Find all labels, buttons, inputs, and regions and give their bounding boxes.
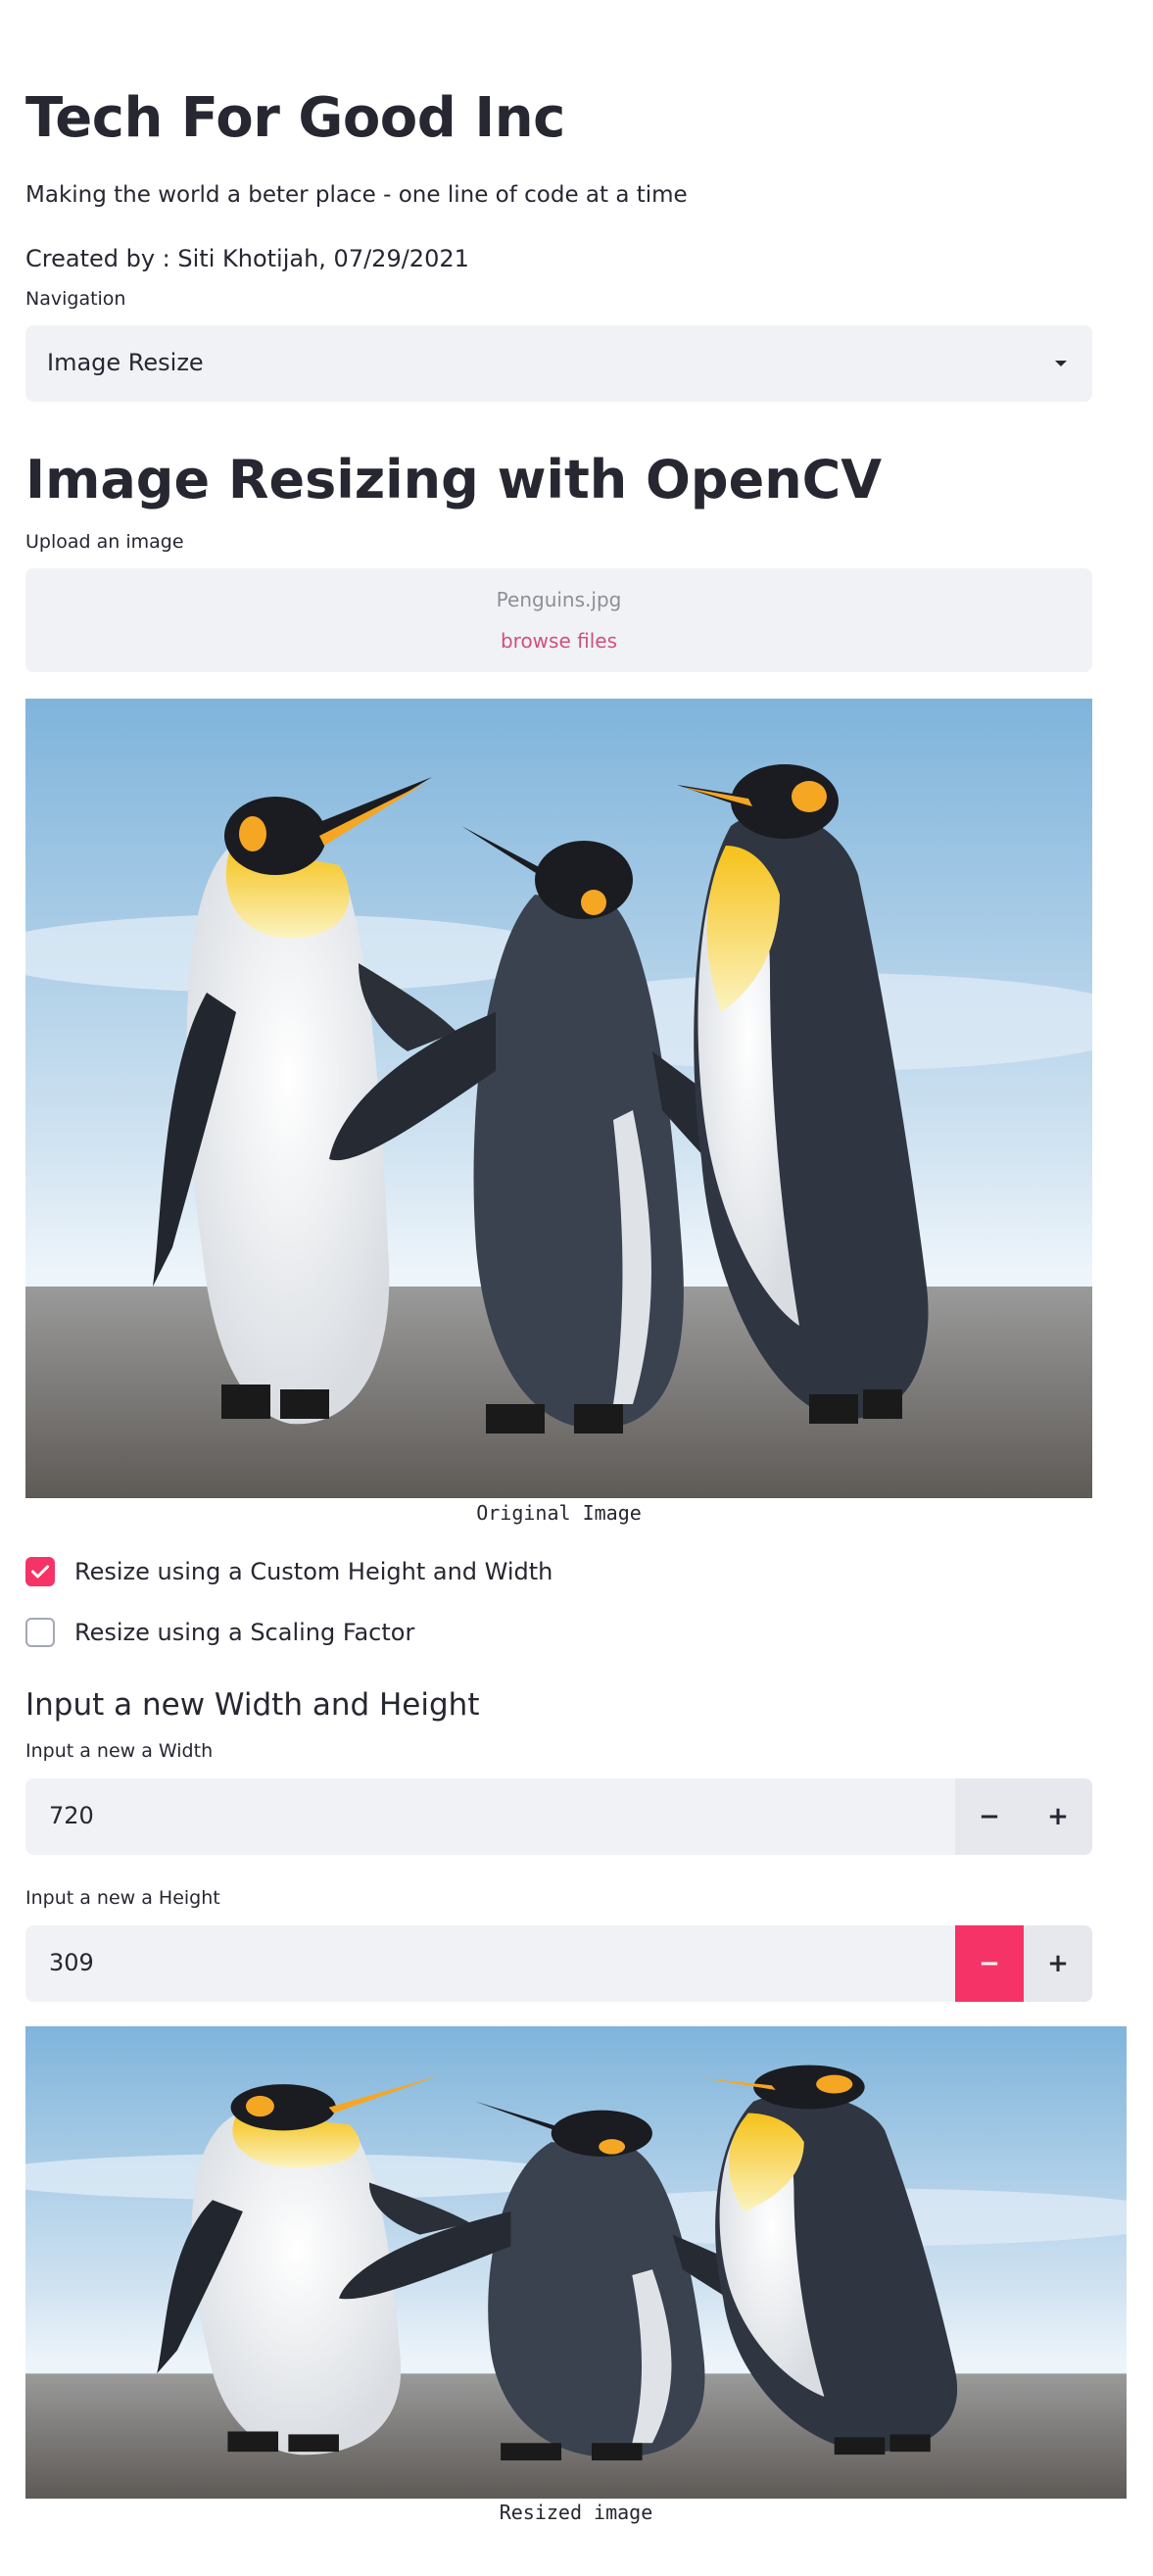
scaling-factor-checkbox[interactable]: Resize using a Scaling Factor <box>25 1613 414 1652</box>
upload-label: Upload an image <box>25 531 184 553</box>
navigation-select[interactable]: Image Resize <box>25 325 1092 402</box>
minus-icon: − <box>979 1949 1000 1978</box>
browse-files-link[interactable]: browse files <box>25 629 1092 653</box>
navigation-selected-value: Image Resize <box>47 349 204 376</box>
width-decrement-button[interactable]: − <box>955 1778 1024 1855</box>
plus-icon: + <box>1047 1802 1069 1831</box>
custom-size-label: Resize using a Custom Height and Width <box>74 1558 553 1585</box>
navigation-label: Navigation <box>25 288 126 310</box>
height-value[interactable]: 309 <box>49 1949 94 1976</box>
resized-image-caption: Resized image <box>499 2501 653 2524</box>
created-by-text: Created by : Siti Khotijah, 07/29/2021 <box>25 245 469 272</box>
checkbox-empty-icon <box>25 1618 55 1647</box>
penguins-photo-resized <box>25 2026 1127 2499</box>
original-image-caption: Original Image <box>476 1501 642 1525</box>
section-title: Input a new Width and Height <box>25 1687 480 1723</box>
resized-image <box>25 2026 1127 2499</box>
height-number-input[interactable]: 309 − + <box>25 1925 1092 2002</box>
original-image <box>25 699 1092 1498</box>
app-subtitle: Making the world a beter place - one lin… <box>25 182 688 208</box>
uploaded-file-name: Penguins.jpg <box>496 588 622 611</box>
minus-icon: − <box>979 1802 1000 1831</box>
plus-icon: + <box>1047 1949 1069 1978</box>
scaling-factor-label: Resize using a Scaling Factor <box>74 1619 415 1646</box>
chevron-down-icon <box>1055 361 1067 366</box>
width-input-label: Input a new a Width <box>25 1740 214 1762</box>
height-input-label: Input a new a Height <box>25 1887 220 1909</box>
width-value[interactable]: 720 <box>49 1802 94 1829</box>
penguins-photo <box>25 699 1092 1498</box>
width-number-input[interactable]: 720 − + <box>25 1778 1092 1855</box>
page-title: Image Resizing with OpenCV <box>25 449 883 510</box>
app-title: Tech For Good Inc <box>25 86 565 150</box>
width-increment-button[interactable]: + <box>1024 1778 1092 1855</box>
custom-size-checkbox[interactable]: Resize using a Custom Height and Width <box>25 1552 552 1591</box>
height-decrement-button[interactable]: − <box>955 1925 1024 2002</box>
check-icon <box>25 1557 55 1586</box>
height-increment-button[interactable]: + <box>1024 1925 1092 2002</box>
file-uploader[interactable]: Penguins.jpg browse files <box>25 568 1092 672</box>
